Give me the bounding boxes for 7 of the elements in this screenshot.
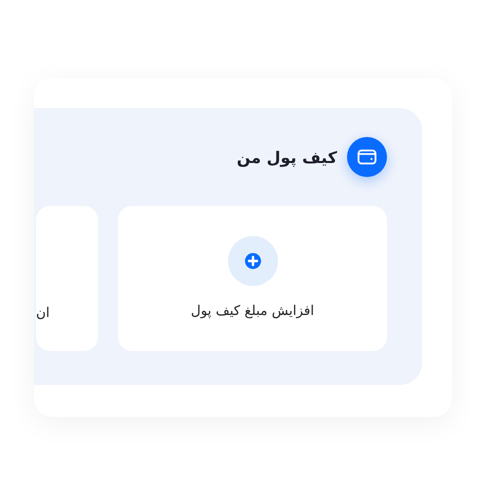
- wallet-card[interactable]: ان: [36, 206, 98, 351]
- wallet-title: کیف پول من: [236, 148, 337, 166]
- plus-icon: [244, 252, 262, 270]
- add-funds-card[interactable]: افزایش مبلغ کیف پول: [118, 206, 387, 351]
- wallet-icon: [347, 137, 387, 177]
- card-label: ان: [36, 305, 50, 321]
- card-label: افزایش مبلغ کیف پول: [190, 303, 314, 319]
